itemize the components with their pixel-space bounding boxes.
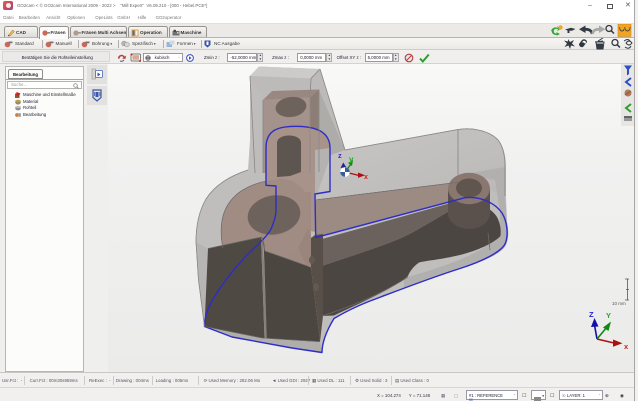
svg-text:y: y [349, 155, 354, 164]
svg-text:Y: Y [606, 311, 611, 320]
svg-text:Z: Z [589, 310, 594, 319]
svg-text:10 mm: 10 mm [612, 301, 626, 306]
svg-text:x: x [364, 174, 368, 181]
svg-text:z: z [338, 151, 342, 160]
